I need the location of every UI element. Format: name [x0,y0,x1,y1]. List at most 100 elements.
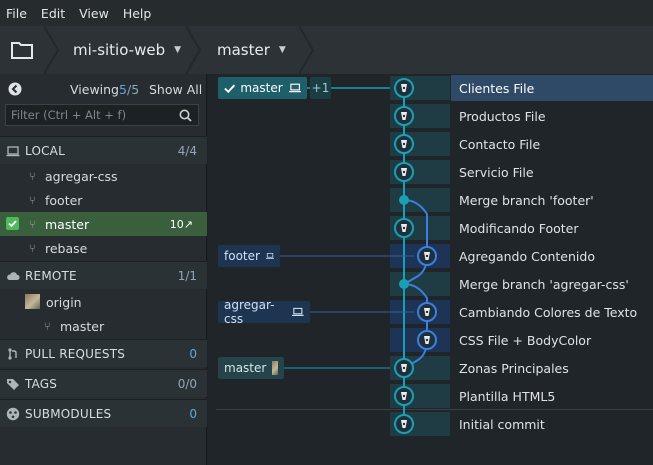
viewing-count: 5 [119,81,127,97]
commit-row[interactable]: Merge branch 'agregar-css' [208,270,653,298]
submodules-label: SUBMODULES [25,406,112,421]
commit-node-icon[interactable] [394,358,414,378]
bitbucket-icon [401,140,407,148]
commit-node-icon[interactable] [394,386,414,406]
commit-graph: Clientes File Productos File Contacto File… [208,74,653,465]
branch-label: footer [45,192,83,208]
breadcrumb-separator-icon [299,26,315,74]
commit-row[interactable]: Merge branch 'footer' [208,186,653,214]
commit-message: Zonas Principales [459,360,569,376]
tags-section-header[interactable]: TAGS 0/0 [0,369,207,397]
viewing-total: /5 [127,81,140,97]
remote-section-header[interactable]: REMOTE 1/1 [0,261,207,289]
branch-master[interactable]: ⑂ master 10↗ [0,212,207,236]
merge-dot[interactable] [399,195,409,205]
branch-agregar-css[interactable]: ⑂ agregar-css [0,164,207,188]
commit-node-icon[interactable] [417,330,437,350]
merge-dot[interactable] [399,279,409,289]
pull-requests-label: PULL REQUESTS [25,346,126,361]
menu-view[interactable]: View [79,6,109,21]
filter-placeholder: Filter (Ctrl + Alt + f) [11,108,127,122]
bitbucket-icon [424,308,430,316]
branch-icon: ⑂ [44,319,51,333]
divider [216,409,653,410]
repo-name: mi-sitio-web [73,41,166,59]
laptop-icon [292,307,304,316]
commit-row[interactable]: Productos File [208,102,653,130]
remote-origin[interactable]: origin [0,290,207,314]
footer-branch-pill[interactable]: footer [218,245,280,267]
branch-name: master [217,41,270,59]
submodule-icon [6,407,20,421]
branch-selector[interactable]: master ▼ [217,26,286,74]
bitbucket-icon [424,336,430,344]
remote-origin-label: origin [46,294,82,310]
branch-label: agregar-css [45,168,118,184]
branch-icon: ⑂ [29,169,36,183]
more-refs-label: +1 [311,81,330,95]
breadcrumb-separator-icon [44,26,60,74]
commit-message: Servicio File [459,164,534,180]
commit-node-icon[interactable] [394,218,414,238]
commit-row[interactable]: Modificando Footer [208,214,653,242]
laptop-icon [288,83,301,93]
commit-node-icon[interactable] [417,246,437,266]
branch-icon: ⑂ [29,193,36,207]
menu-edit[interactable]: Edit [41,6,65,21]
commit-message: Merge branch 'footer' [459,192,594,208]
local-section-header[interactable]: LOCAL 4/4 [0,136,207,164]
branch-rebase[interactable]: ⑂ rebase [0,236,207,260]
laptop-icon [6,146,20,157]
bitbucket-icon [401,392,407,400]
pull-request-icon [8,348,17,360]
back-arrow-icon[interactable] [8,82,22,96]
commit-row[interactable]: Initial commit [208,410,653,438]
remote-master-pill[interactable]: master [218,357,284,379]
tags-count: 0/0 [177,376,197,391]
pull-requests-section-header[interactable]: PULL REQUESTS 0 [0,339,207,367]
repo-selector[interactable]: mi-sitio-web ▼ [73,26,181,74]
commit-message: Merge branch 'agregar-css' [459,276,629,292]
commit-node-icon[interactable] [394,78,414,98]
show-all-link[interactable]: Show All [149,82,202,97]
commit-node-icon[interactable] [394,162,414,182]
commit-node-icon[interactable] [394,106,414,126]
menu-help[interactable]: Help [123,6,152,21]
commit-node-icon[interactable] [394,414,414,434]
toolbar: mi-sitio-web ▼ master ▼ [0,26,653,74]
bitbucket-icon [401,364,407,372]
commit-message: Modificando Footer [459,220,579,236]
remote-label: REMOTE [25,268,77,283]
commit-message: Cambiando Colores de Texto [459,304,638,320]
commit-node-icon[interactable] [394,134,414,154]
commit-message: Plantilla HTML5 [459,388,556,404]
branch-footer[interactable]: ⑂ footer [0,188,207,212]
menu-file[interactable]: File [6,6,27,21]
commit-row[interactable]: Servicio File [208,158,653,186]
pull-requests-count: 0 [189,346,197,361]
commit-message: CSS File + BodyColor [459,332,592,348]
local-count: 4/4 [177,143,197,158]
commit-node-icon[interactable] [417,302,437,322]
commit-message: Contacto File [459,136,541,152]
remote-branch-master[interactable]: ⑂ master [0,314,207,338]
branch-icon: ⑂ [29,241,36,255]
tag-icon [7,379,19,390]
branch-label: master [45,216,90,232]
filter-input[interactable]: Filter (Ctrl + Alt + f) [5,104,199,126]
agregar-css-branch-pill[interactable]: agregar-css [218,298,310,326]
bitbucket-icon [424,252,430,260]
tags-label: TAGS [25,376,58,391]
cloud-icon [7,272,20,280]
remote-count: 1/1 [177,268,197,283]
chevron-down-icon: ▼ [174,45,182,55]
commit-message: Clientes File [451,75,653,101]
commit-row[interactable]: Contacto File [208,130,653,158]
head-branch-pill[interactable]: master [218,77,307,99]
folder-icon[interactable] [0,26,44,74]
more-refs-pill[interactable]: +1 [310,77,331,99]
left-panel: Viewing 5 /5 Show All Filter (Ctrl + Alt… [0,74,207,465]
commit-row[interactable]: Plantilla HTML5 [208,382,653,410]
viewing-bar: Viewing 5 /5 Show All [0,78,207,100]
submodules-section-header[interactable]: SUBMODULES 0 [0,399,207,427]
